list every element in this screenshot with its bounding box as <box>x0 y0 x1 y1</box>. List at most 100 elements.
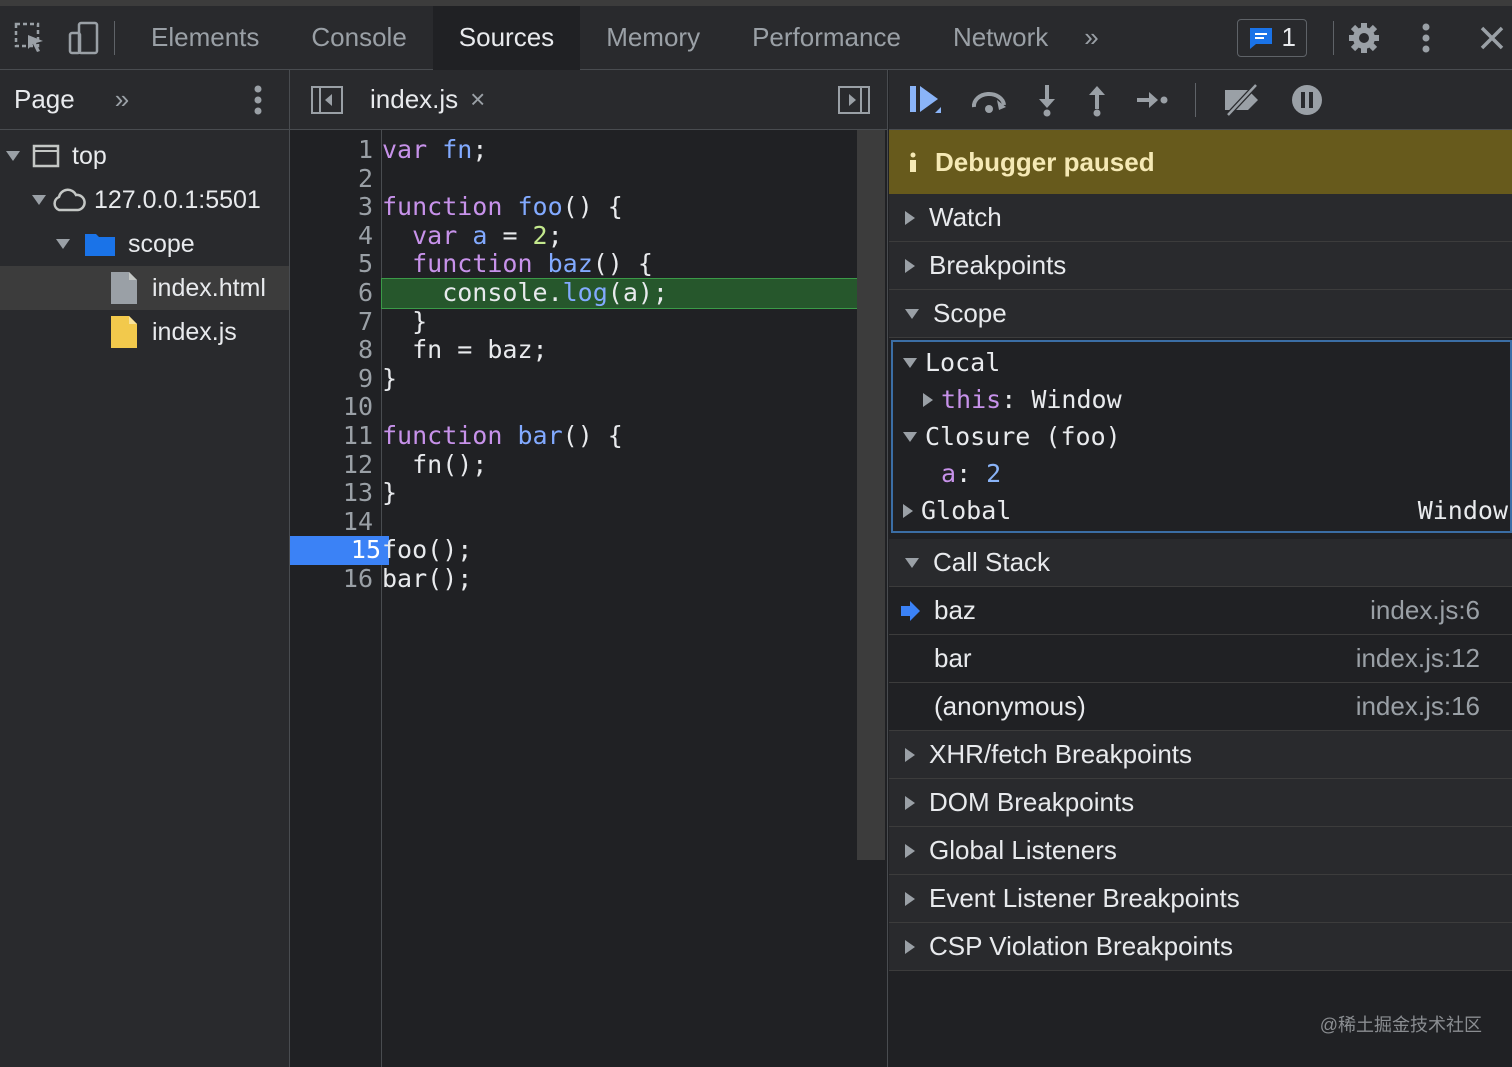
section-event-listener-breakpoints[interactable]: Event Listener Breakpoints <box>889 875 1512 923</box>
section-scope[interactable]: Scope <box>889 290 1512 338</box>
paused-text: Debugger paused <box>935 146 1155 177</box>
line-number[interactable]: 1 <box>290 135 381 165</box>
line-number[interactable]: 11 <box>290 421 381 451</box>
tab-sources[interactable]: Sources <box>432 5 581 70</box>
tree-item-index-html[interactable]: index.html <box>0 266 289 310</box>
devtools-toolbar: Elements Console Sources Memory Performa… <box>0 0 1512 70</box>
line-number[interactable]: 2 <box>290 164 381 194</box>
tree-item-origin[interactable]: 127.0.0.1:5501 <box>0 178 289 222</box>
line-number[interactable]: 10 <box>290 393 381 422</box>
step-into-icon[interactable] <box>1035 83 1059 117</box>
scope-tree: Local this: Window Closure (foo) a: 2 Gl… <box>891 340 1512 533</box>
line-number[interactable]: 3 <box>290 193 381 222</box>
kebab-menu-icon[interactable] <box>1406 18 1446 58</box>
line-number[interactable]: 14 <box>290 507 381 537</box>
folder-icon <box>85 234 115 256</box>
step-out-icon[interactable] <box>1085 83 1109 117</box>
inspect-element-icon[interactable] <box>10 18 50 58</box>
chevron-down-icon <box>903 357 917 368</box>
scope-key: this <box>941 385 1002 414</box>
section-label: Call Stack <box>933 547 1051 577</box>
editor-file-tab[interactable]: index.js × <box>356 70 499 130</box>
section-dom-breakpoints[interactable]: DOM Breakpoints <box>889 779 1512 827</box>
deactivate-breakpoints-icon[interactable] <box>1222 83 1264 116</box>
toggle-navigator-icon[interactable] <box>310 85 344 115</box>
tab-memory[interactable]: Memory <box>580 6 726 70</box>
frame-location[interactable]: index.js:16 <box>1356 691 1480 722</box>
chevron-down-icon <box>56 239 70 249</box>
step-over-icon[interactable] <box>969 85 1009 115</box>
close-tab-icon[interactable]: × <box>470 84 485 115</box>
tree-item-folder-scope[interactable]: scope <box>0 222 289 266</box>
line-number-gutter[interactable]: 1 2 3 4 5 6 7 8 9 10 11 12 13 14 15 16 <box>290 130 389 1067</box>
gear-icon[interactable] <box>1344 18 1384 58</box>
code-line: } <box>382 306 428 336</box>
call-frame[interactable]: bar index.js:12 <box>889 635 1512 683</box>
line-number[interactable]: 4 <box>290 221 381 251</box>
line-number[interactable]: 6 <box>290 278 381 308</box>
chevron-right-icon <box>905 258 915 273</box>
scope-local[interactable]: Local <box>893 344 1510 381</box>
toggle-debugger-icon[interactable] <box>837 85 871 115</box>
call-frame[interactable]: (anonymous) index.js:16 <box>889 683 1512 731</box>
code-line: function bar() { <box>382 420 623 450</box>
more-navigator-icon[interactable]: » <box>115 84 129 115</box>
tab-console[interactable]: Console <box>285 6 432 70</box>
scope-label: Global <box>921 496 1012 525</box>
section-breakpoints[interactable]: Breakpoints <box>889 242 1512 290</box>
current-execution-line: console.log(a); <box>381 277 859 309</box>
section-label: Watch <box>929 202 1002 232</box>
file-navigator: Page » top 127.0.0.1:5501 scope index.ht… <box>0 70 290 1067</box>
line-number[interactable]: 12 <box>290 450 381 480</box>
code-line: function baz() { <box>412 249 653 279</box>
debugger-controls <box>889 70 1512 130</box>
breakpoint-marker[interactable]: 15 <box>290 536 389 565</box>
pause-on-exceptions-icon[interactable] <box>1290 83 1324 117</box>
frame-location[interactable]: index.js:12 <box>1356 643 1480 674</box>
issues-badge[interactable]: 1 <box>1236 18 1307 57</box>
code-editor: index.js × 1 2 3 4 5 6 7 8 9 10 11 12 13… <box>290 70 888 1067</box>
line-number[interactable]: 7 <box>290 307 381 337</box>
tab-elements[interactable]: Elements <box>125 6 285 70</box>
more-tabs-icon[interactable]: » <box>1074 6 1108 70</box>
close-icon[interactable] <box>1472 18 1512 58</box>
scope-global[interactable]: Global Window <box>893 492 1510 529</box>
scope-closure[interactable]: Closure (foo) <box>893 418 1510 455</box>
code-line: bar(); <box>382 563 473 593</box>
resume-icon[interactable] <box>907 83 943 117</box>
chevron-down-icon <box>905 308 919 319</box>
scope-this[interactable]: this: Window <box>893 381 1510 418</box>
call-frame[interactable]: baz index.js:6 <box>889 587 1512 635</box>
tree-item-index-js[interactable]: index.js <box>0 310 289 354</box>
section-label: XHR/fetch Breakpoints <box>929 739 1193 769</box>
tree-item-top[interactable]: top <box>0 134 289 178</box>
scope-var-a[interactable]: a: 2 <box>893 455 1510 492</box>
tab-performance[interactable]: Performance <box>726 6 927 70</box>
line-number[interactable]: 9 <box>290 364 381 394</box>
frame-icon <box>32 144 60 168</box>
cloud-icon <box>53 188 86 212</box>
step-icon[interactable] <box>1135 88 1169 112</box>
kebab-menu-icon[interactable] <box>253 84 263 116</box>
frame-name: baz <box>934 595 976 625</box>
section-csp-violation-breakpoints[interactable]: CSP Violation Breakpoints <box>889 923 1512 971</box>
line-number[interactable]: 8 <box>290 336 381 365</box>
editor-scrollbar[interactable] <box>857 130 885 860</box>
line-number[interactable]: 16 <box>290 564 381 594</box>
device-toolbar-icon[interactable] <box>64 18 104 58</box>
file-js-icon <box>111 316 137 348</box>
tree-label: top <box>72 141 107 170</box>
tree-label: scope <box>128 229 195 258</box>
tab-network[interactable]: Network <box>927 6 1074 70</box>
frame-location[interactable]: index.js:6 <box>1370 595 1480 626</box>
chevron-right-icon <box>905 210 915 225</box>
section-xhr-breakpoints[interactable]: XHR/fetch Breakpoints <box>889 731 1512 779</box>
line-number[interactable]: 13 <box>290 479 381 508</box>
section-call-stack[interactable]: Call Stack <box>889 539 1512 587</box>
section-global-listeners[interactable]: Global Listeners <box>889 827 1512 875</box>
tab-page[interactable]: Page <box>14 84 75 115</box>
line-number[interactable]: 5 <box>290 250 381 279</box>
section-watch[interactable]: Watch <box>889 194 1512 242</box>
chevron-right-icon <box>905 747 915 762</box>
code-content[interactable]: var fn; function foo() { var a = 2; func… <box>381 135 859 594</box>
